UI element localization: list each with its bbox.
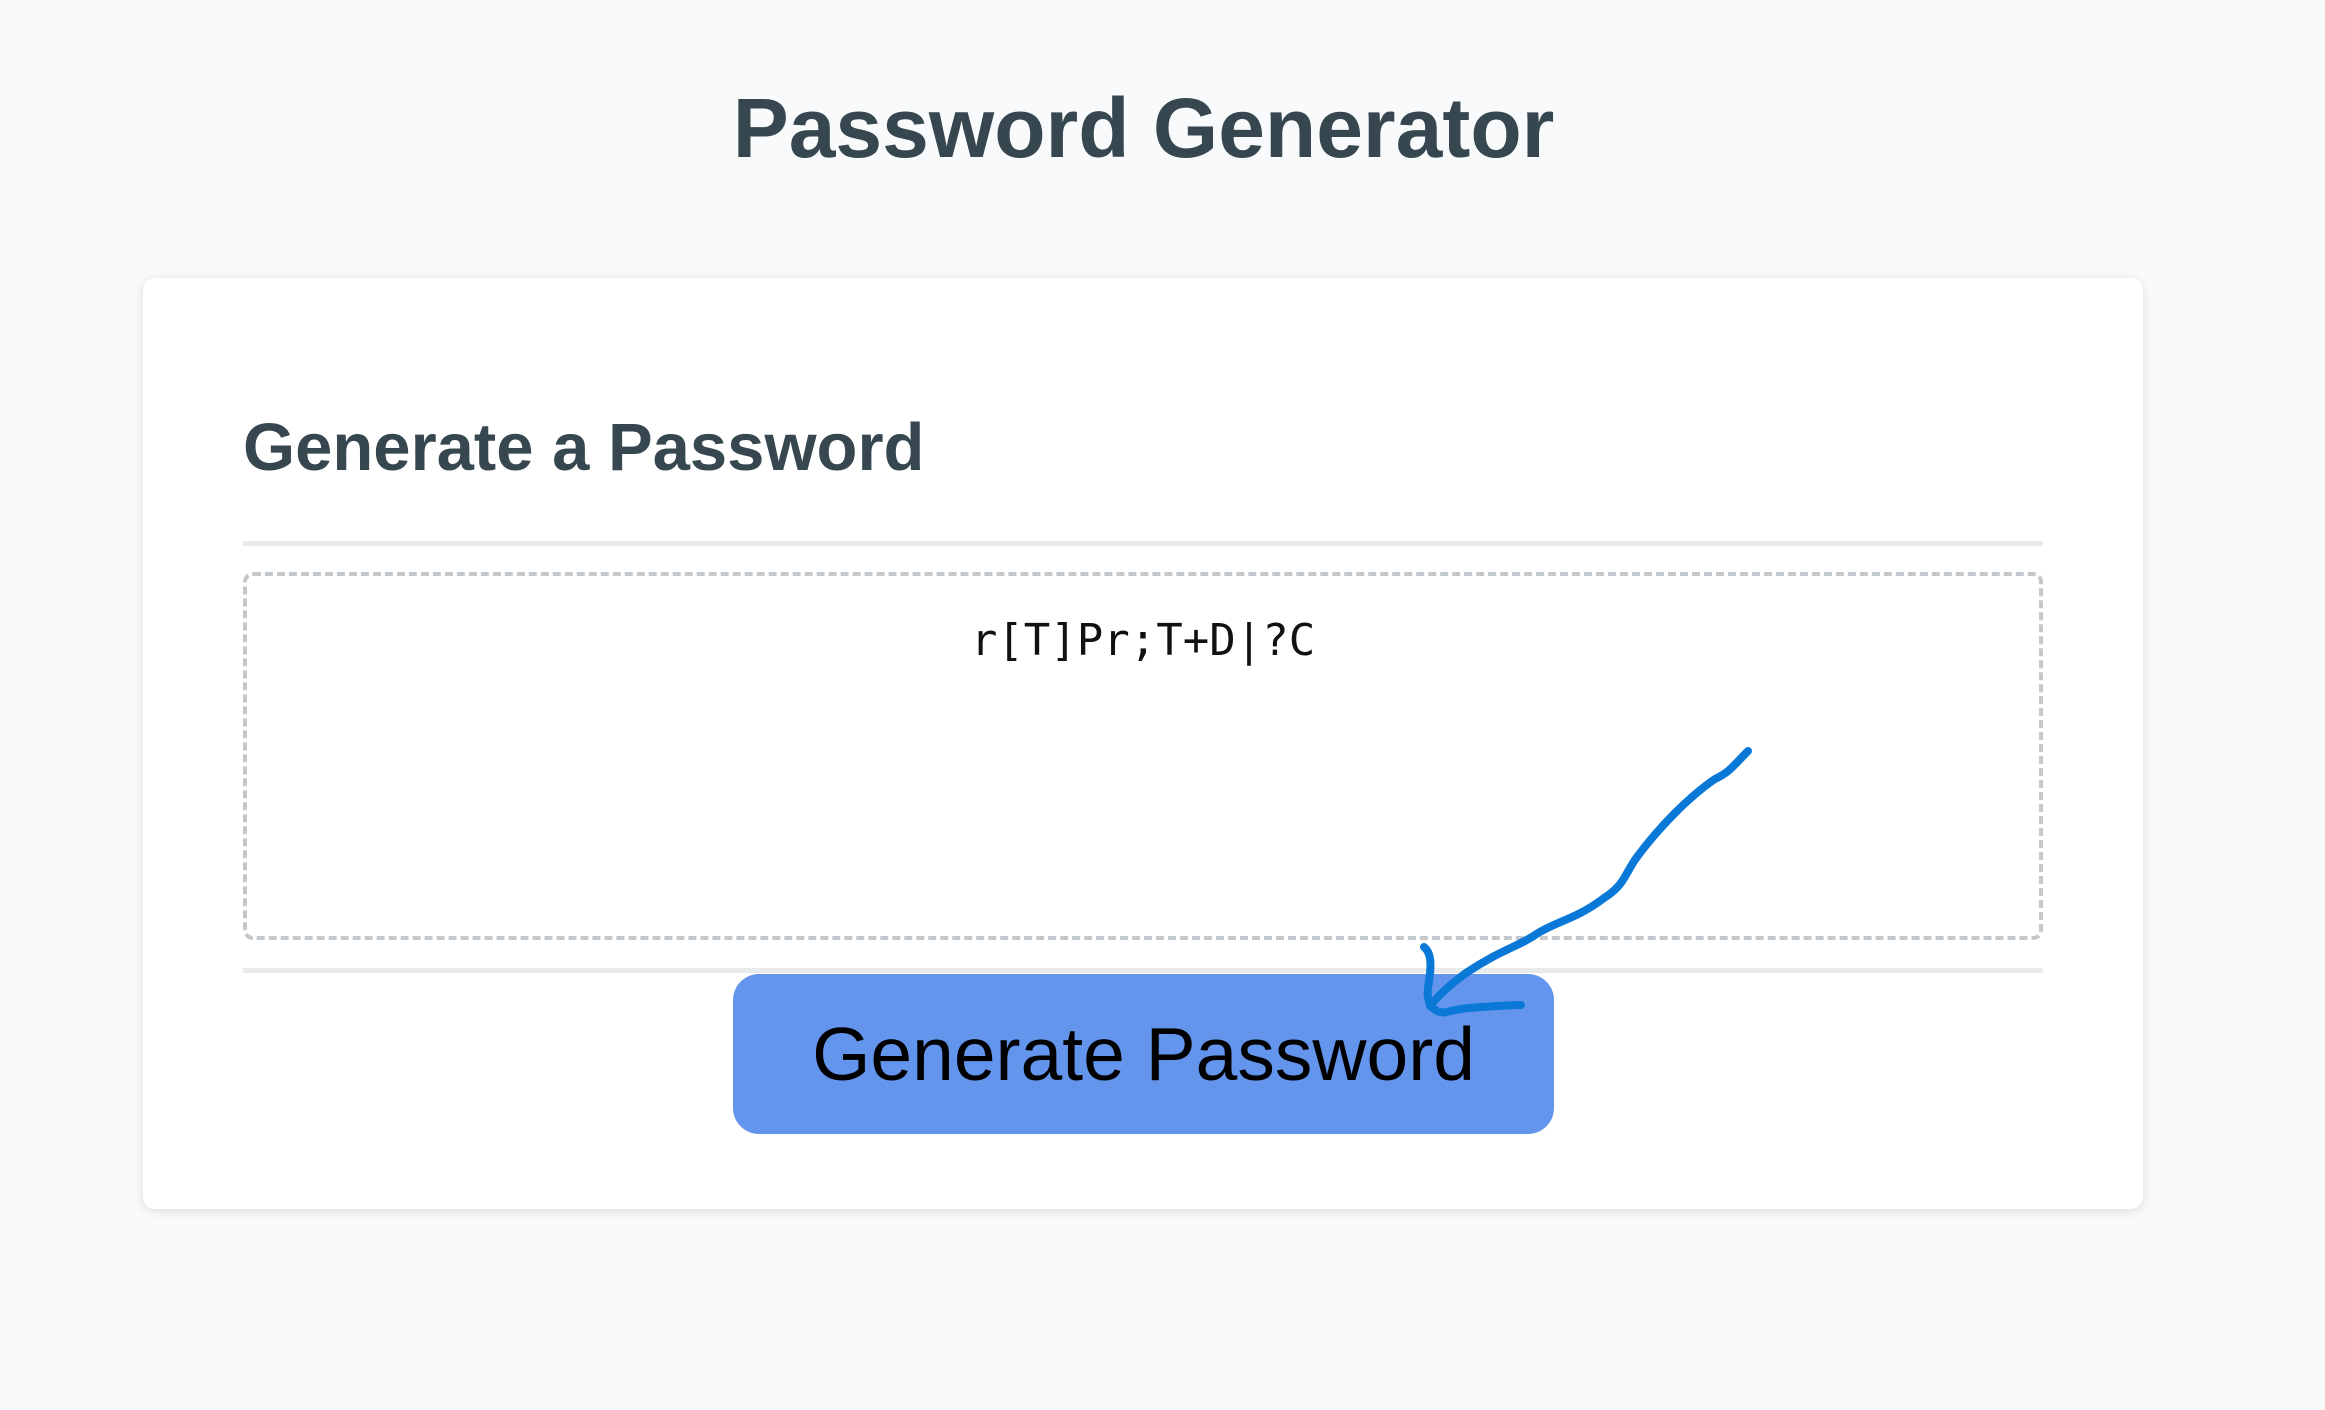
password-card: Generate a Password Generate Password — [143, 278, 2143, 1209]
card-title: Generate a Password — [243, 410, 925, 485]
generate-password-button[interactable]: Generate Password — [733, 974, 1554, 1134]
password-output[interactable] — [243, 572, 2043, 940]
divider-top — [243, 541, 2043, 546]
page-title: Password Generator — [732, 81, 1555, 175]
divider-bottom — [243, 968, 2043, 973]
